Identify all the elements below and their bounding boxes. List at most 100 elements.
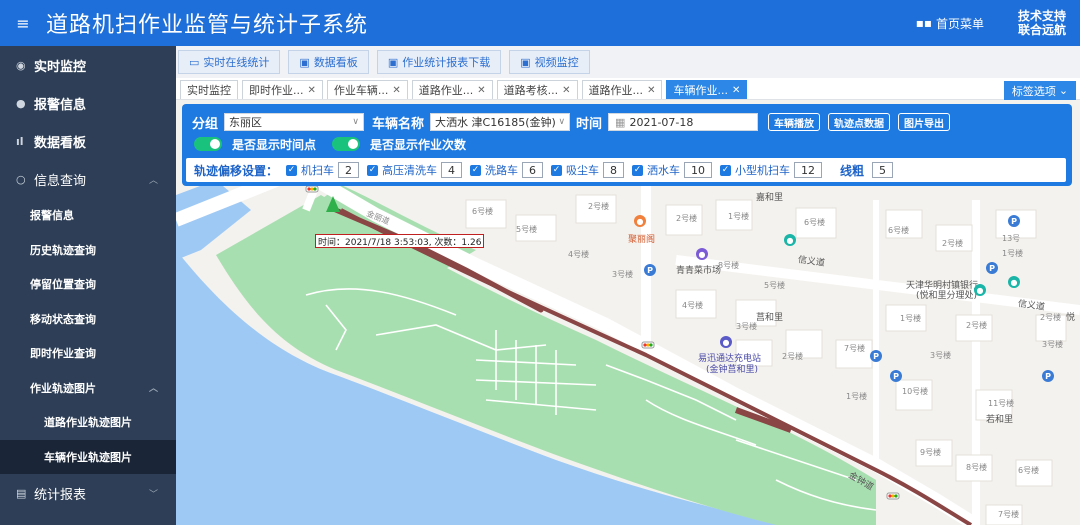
tab-options-button[interactable]: 标签选项 ⌄ bbox=[1004, 81, 1076, 100]
line-width-label: 线粗 bbox=[840, 163, 865, 178]
building-label: 2号楼 bbox=[942, 239, 964, 248]
sidebar-sub-history-track[interactable]: 历史轨迹查询 bbox=[0, 233, 176, 268]
charging-pin-icon[interactable]: ● bbox=[720, 336, 732, 348]
bank-pin-icon[interactable]: ● bbox=[1008, 276, 1020, 288]
building-label: 9号楼 bbox=[920, 448, 942, 457]
building-label: 5号楼 bbox=[516, 225, 538, 234]
vehicle-select[interactable]: 大洒水 津C16185(金钟) ∨ bbox=[430, 113, 571, 131]
restaurant-pin-icon[interactable]: ● bbox=[634, 215, 646, 227]
checkbox-sweeper[interactable]: ✓ bbox=[286, 164, 298, 176]
shortcut-bar: ▭ 实时在线统计 ▣ 数据看板 ▣ 作业统计报表下载 ▣ 视频监控 bbox=[176, 46, 1080, 78]
sidebar-item-label: 实时监控 bbox=[34, 59, 87, 75]
tab-options-label: 标签选项 bbox=[1011, 84, 1056, 98]
poi-pin-icon[interactable]: ● bbox=[784, 234, 796, 246]
offset-input-road-washer[interactable]: 6 bbox=[522, 162, 544, 178]
home-menu-button[interactable]: ▪▪ 首页菜单 bbox=[916, 15, 984, 32]
parking-pin-icon[interactable]: P bbox=[986, 262, 998, 274]
parking-pin-icon[interactable]: P bbox=[870, 350, 882, 362]
date-input[interactable]: ▦ 2021-07-18 bbox=[608, 113, 759, 131]
close-icon[interactable]: ✕ bbox=[647, 85, 655, 96]
tab-road-work-1[interactable]: 道路作业... ✕ bbox=[411, 80, 493, 99]
line-width-input[interactable]: 5 bbox=[872, 162, 894, 178]
offset-input-small-sweeper[interactable]: 12 bbox=[794, 162, 823, 178]
tab-instant-work[interactable]: 即时作业... ✕ bbox=[242, 80, 323, 99]
realtime-stats-button[interactable]: ▭ 实时在线统计 bbox=[178, 50, 281, 74]
offset-settings: 轨迹偏移设置： ✓ 机扫车 2 ✓ 高压清洗车 4 ✓ 洗路车 6 ✓ 吸尘车 … bbox=[186, 158, 1066, 182]
sidebar-sub-stay-position[interactable]: 停留位置查询 bbox=[0, 267, 176, 302]
building-label: 7号楼 bbox=[844, 344, 866, 353]
tab-work-vehicle[interactable]: 作业车辆... ✕ bbox=[326, 80, 408, 99]
tab-realtime-monitor[interactable]: 实时监控 bbox=[180, 80, 238, 99]
report-download-button[interactable]: ▣ 作业统计报表下载 bbox=[376, 50, 502, 74]
charging-station-sublabel: (金钟莒和里) bbox=[706, 365, 759, 375]
tab-road-work-2[interactable]: 道路作业... ✕ bbox=[581, 80, 663, 99]
sidebar-item-query[interactable]: ○ 信息查询 ︿ bbox=[0, 160, 176, 198]
video-monitor-button[interactable]: ▣ 视频监控 bbox=[509, 50, 590, 74]
alarm-icon: ● bbox=[16, 96, 26, 110]
checkbox-road-washer[interactable]: ✓ bbox=[470, 164, 482, 176]
checkbox-vacuum[interactable]: ✓ bbox=[551, 164, 563, 176]
tech-support: 技术支持 联合远航 bbox=[1018, 9, 1066, 37]
top-bar: ≡ 道路机扫作业监管与统计子系统 ▪▪ 首页菜单 技术支持 联合远航 bbox=[0, 0, 1080, 46]
map-area[interactable]: 分组 东丽区 ∨ 车辆名称 大洒水 津C16185(金钟) ∨ 时间 ▦ 202… bbox=[176, 100, 1080, 525]
sidebar-sub-instant-work[interactable]: 即时作业查询 bbox=[0, 336, 176, 371]
tab-label: 车辆作业... bbox=[673, 84, 728, 97]
vehicle-select-value: 大洒水 津C16185(金钟) bbox=[435, 116, 556, 129]
sidebar-sub-alarm-info[interactable]: 报警信息 bbox=[0, 198, 176, 233]
offset-input-high-pressure[interactable]: 4 bbox=[441, 162, 463, 178]
traffic-light-icon bbox=[641, 341, 655, 349]
group-select[interactable]: 东丽区 ∨ bbox=[224, 113, 365, 131]
sidebar-item-realtime[interactable]: ◉ 实时监控 bbox=[0, 46, 176, 84]
sidebar-item-dashboard[interactable]: ıl 数据看板 bbox=[0, 122, 176, 160]
poi-pin-icon[interactable]: ● bbox=[974, 284, 986, 296]
checkbox-label: 吸尘车 bbox=[566, 164, 600, 177]
home-menu-label: 首页菜单 bbox=[935, 16, 984, 31]
sidebar-sub-move-status[interactable]: 移动状态查询 bbox=[0, 302, 176, 337]
filter-panel: 分组 东丽区 ∨ 车辆名称 大洒水 津C16185(金钟) ∨ 时间 ▦ 202… bbox=[182, 104, 1072, 186]
image-export-button[interactable]: 图片导出 bbox=[898, 113, 951, 131]
show-time-toggle[interactable] bbox=[194, 137, 222, 151]
tab-vehicle-work[interactable]: 车辆作业... ✕ bbox=[666, 80, 748, 99]
building-label: 6号楼 bbox=[472, 207, 494, 216]
close-icon[interactable]: ✕ bbox=[392, 85, 400, 96]
tab-bar: 实时监控 即时作业... ✕ 作业车辆... ✕ 道路作业... ✕ 道路考核... ✕… bbox=[176, 78, 1080, 100]
sidebar-item-reports[interactable]: ▤ 统计报表 ﹀ bbox=[0, 474, 176, 512]
tab-label: 即时作业... bbox=[249, 84, 304, 97]
parking-pin-icon[interactable]: P bbox=[890, 370, 902, 382]
building-label: 10号楼 bbox=[902, 387, 929, 396]
offset-input-sprinkler[interactable]: 10 bbox=[684, 162, 713, 178]
close-icon[interactable]: ✕ bbox=[477, 85, 485, 96]
tab-road-assess[interactable]: 道路考核... ✕ bbox=[496, 80, 578, 99]
dashboard-button[interactable]: ▣ 数据看板 bbox=[288, 50, 369, 74]
sidebar-sub2-vehicle-track[interactable]: 车辆作业轨迹图片 bbox=[0, 439, 176, 474]
parking-pin-icon[interactable]: P bbox=[1042, 370, 1054, 382]
offset-input-vacuum[interactable]: 8 bbox=[603, 162, 625, 178]
parking-pin-icon[interactable]: P bbox=[644, 264, 656, 276]
building-label: 6号楼 bbox=[888, 226, 910, 235]
parking-pin-icon[interactable]: P bbox=[1008, 215, 1020, 227]
sidebar-sub2-road-track[interactable]: 道路作业轨迹图片 bbox=[0, 405, 176, 440]
show-count-toggle[interactable] bbox=[332, 137, 361, 151]
vehicle-label: 车辆名称 bbox=[372, 116, 425, 132]
checkbox-small-sweeper[interactable]: ✓ bbox=[720, 164, 732, 176]
sidebar-item-alarm[interactable]: ● 报警信息 bbox=[0, 84, 176, 122]
restaurant-label: 聚丽阁 bbox=[628, 235, 656, 245]
hamburger-menu-icon[interactable]: ≡ bbox=[0, 14, 46, 33]
close-icon[interactable]: ✕ bbox=[308, 85, 316, 96]
document-icon: ▤ bbox=[16, 486, 27, 500]
offset-input-sweeper[interactable]: 2 bbox=[338, 162, 360, 178]
vehicle-play-button[interactable]: 车辆播放 bbox=[768, 113, 821, 131]
traffic-light-icon bbox=[305, 185, 319, 193]
checkbox-sprinkler[interactable]: ✓ bbox=[632, 164, 644, 176]
time-label: 时间 bbox=[576, 116, 603, 132]
close-icon[interactable]: ✕ bbox=[562, 85, 570, 96]
close-icon[interactable]: ✕ bbox=[732, 85, 740, 96]
calendar-icon: ▦ bbox=[615, 115, 626, 129]
checkbox-high-pressure[interactable]: ✓ bbox=[367, 164, 379, 176]
building-label: 2号楼 bbox=[782, 352, 804, 361]
screen-icon: ▣ bbox=[387, 55, 399, 69]
sidebar-sub-track-images[interactable]: 作业轨迹图片 ︿ bbox=[0, 371, 176, 406]
market-pin-icon[interactable]: ● bbox=[696, 248, 708, 260]
date-value: 2021-07-18 bbox=[629, 115, 694, 129]
track-data-button[interactable]: 轨迹点数据 bbox=[828, 113, 891, 131]
